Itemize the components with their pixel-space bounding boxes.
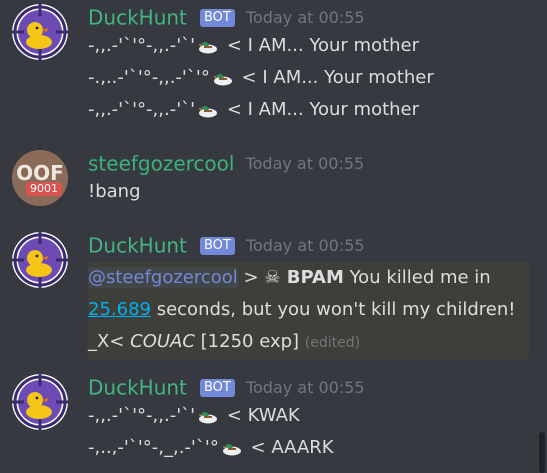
edited-label: (edited)	[304, 335, 361, 351]
message-line: -,,.-'`'°-,,.-'`' < KWAK	[88, 405, 300, 426]
message-line: -,..,-'`'°-,_,.-'`'° < AAARK	[88, 437, 334, 458]
duck-avatar-icon	[12, 232, 68, 288]
duck-emoji-icon	[199, 411, 218, 424]
bot-tag: BOT	[199, 378, 235, 397]
message-header: steefgozercool Today at 00:55	[88, 150, 539, 176]
timestamp: Today at 00:55	[245, 235, 365, 255]
skull-icon: ☠	[264, 267, 281, 288]
duck-avatar[interactable]	[12, 4, 68, 60]
time-link[interactable]: 25.689	[88, 299, 151, 320]
kill-message: @steefgozercool > ☠ BPAM You killed me i…	[88, 262, 529, 294]
message-header: DuckHunt BOT Today at 00:55	[88, 232, 529, 258]
mention[interactable]: @steefgozercool	[88, 267, 238, 288]
timestamp: Today at 00:55	[245, 7, 365, 27]
duck-avatar[interactable]	[12, 374, 68, 430]
bot-tag: BOT	[199, 236, 235, 255]
duck-avatar[interactable]	[12, 232, 68, 288]
username[interactable]: DuckHunt	[88, 6, 187, 30]
timestamp: Today at 00:55	[245, 153, 365, 173]
scrollbar[interactable]	[539, 432, 545, 473]
message-header: DuckHunt BOT Today at 00:55	[88, 4, 539, 30]
message-header: DuckHunt BOT Today at 00:55	[88, 374, 539, 400]
username[interactable]: steefgozercool	[88, 152, 234, 176]
username[interactable]: DuckHunt	[88, 234, 187, 258]
duck-emoji-icon	[199, 105, 218, 118]
duck-emoji-icon	[213, 73, 232, 86]
user-avatar[interactable]: OOF	[12, 150, 68, 206]
duck-emoji-icon	[222, 443, 241, 456]
username[interactable]: DuckHunt	[88, 376, 187, 400]
bot-tag: BOT	[199, 8, 235, 27]
message-line: !bang	[88, 181, 141, 202]
duck-emoji-icon	[199, 41, 218, 54]
timestamp: Today at 00:55	[245, 377, 365, 397]
kill-message-line-3: _X< COUAC [1250 exp] (edited)	[88, 326, 529, 359]
oof-avatar-icon: OOF	[12, 150, 68, 206]
badge: 9001	[26, 182, 62, 196]
kill-message-line-2: 25.689 seconds, but you won't kill my ch…	[88, 294, 529, 326]
message-line: -,,.-'`'°-,,.-'`' < I AM... Your mother	[88, 35, 420, 56]
message-line: -,,.-'`'°-,,.-'`' < I AM... Your mother	[88, 99, 420, 120]
message-line: -.,..-'`'°-,,.-'`'° < I AM... Your mothe…	[88, 67, 434, 88]
duck-avatar-icon	[12, 4, 68, 60]
duck-avatar-icon	[12, 374, 68, 430]
